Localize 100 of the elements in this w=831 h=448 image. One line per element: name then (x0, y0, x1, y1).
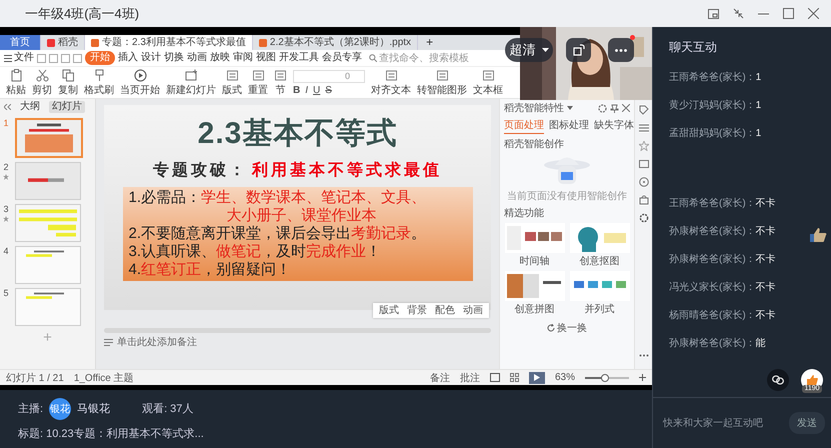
caret-icon (542, 48, 548, 52)
refresh-button[interactable]: 换一换 (547, 321, 587, 335)
file-menu[interactable]: 文件 (4, 51, 34, 65)
slide-text-line: 4.红笔订正，别留疑问！ (128, 261, 292, 279)
chat-message: 孙康树爸爸(家长)：不卡 (669, 224, 776, 238)
zoom-level[interactable]: 63% (554, 372, 575, 383)
chat-message: 王雨希爸爸(家长)：不卡 (669, 196, 776, 210)
slide-tool-button[interactable]: 配色 (435, 304, 455, 317)
notes-placeholder[interactable]: 单击此处添加备注 (117, 335, 197, 349)
close-icon[interactable] (622, 104, 630, 112)
panel-tab[interactable]: 缺失字体 (594, 118, 634, 134)
view-icon[interactable] (490, 373, 500, 382)
more-button[interactable] (608, 38, 634, 62)
chat-message: 王雨希爸爸(家长)：1 (669, 70, 762, 84)
ribbon-button[interactable]: 粘贴 (6, 68, 26, 96)
ribbon-tab[interactable]: 开发工具 (279, 51, 319, 65)
ribbon-button[interactable]: 复制 (58, 68, 78, 96)
chat-message: 冯光义家长(家长)：不卡 (669, 280, 776, 294)
zoom-slider-thumb[interactable] (600, 374, 609, 382)
panel-tab[interactable]: 图标处理 (549, 118, 589, 134)
ribbon-tab[interactable]: 放映 (210, 51, 230, 65)
ribbon-button[interactable]: 节 (274, 68, 287, 96)
feature-thumbnail[interactable] (570, 271, 630, 301)
ribbon-tab[interactable]: 切换 (164, 51, 184, 65)
document-tab[interactable]: 首页 (0, 35, 41, 50)
ribbon-button[interactable]: 重置 (248, 68, 268, 96)
ribbon-button[interactable]: 格式刷 (84, 68, 114, 96)
slide-thumbnail[interactable] (15, 204, 81, 242)
feature-thumbnail[interactable] (504, 271, 564, 301)
slide-number: 1 (3, 118, 8, 128)
grid-icon[interactable] (510, 373, 519, 382)
pip-icon[interactable] (708, 8, 719, 18)
more-icon[interactable] (638, 354, 648, 357)
ribbon-tab[interactable]: 设计 (141, 51, 161, 65)
ribbon-button[interactable]: 对齐文本 (371, 68, 411, 96)
bag-icon[interactable] (638, 195, 648, 205)
slide-number: 4 (3, 246, 8, 256)
tag-icon[interactable] (638, 105, 648, 115)
viewer-count: 观看: 37人 (142, 402, 194, 416)
panel-icon (482, 68, 494, 82)
close-icon[interactable] (808, 8, 819, 19)
thumbs-up-icon (809, 227, 827, 243)
quality-button[interactable]: 超清 (505, 38, 553, 62)
slide-counter: 幻灯片 1 / 21 (6, 372, 64, 384)
add-tab-button[interactable]: + (418, 35, 442, 50)
ribbon-button[interactable]: 版式 (222, 68, 242, 96)
rotate-button[interactable] (566, 38, 591, 62)
sliders-icon[interactable] (638, 123, 648, 133)
ribbon-tab[interactable]: 会员专享 (322, 51, 362, 65)
search-icon (369, 54, 377, 62)
document-tab[interactable]: 2.2基本不等式（第2课时）.pptx (252, 35, 418, 50)
slide-thumbnail[interactable] (15, 162, 81, 200)
maximize-icon[interactable] (783, 8, 794, 19)
collapse-icon[interactable] (4, 104, 11, 110)
ribbon-tab[interactable]: 动画 (187, 51, 207, 65)
send-button[interactable]: 发送 (789, 412, 825, 434)
format-button[interactable]: U (313, 84, 320, 96)
slide-thumbnail[interactable] (15, 246, 81, 284)
ribbon-button[interactable]: 转智能图形 (417, 68, 467, 96)
refresh-icon (547, 324, 555, 332)
format-button[interactable]: I (305, 84, 308, 96)
slide-tool-button[interactable]: 动画 (463, 304, 483, 317)
feature-thumbnail[interactable] (504, 223, 564, 253)
format-button[interactable]: B (293, 84, 300, 96)
shrink-icon[interactable] (733, 8, 744, 19)
ribbon-button[interactable]: 新建幻灯片 (166, 68, 216, 96)
chat-message: 杨雨晴爸爸(家长)：不卡 (669, 308, 776, 322)
notes-button[interactable]: 备注 (430, 370, 450, 384)
link-button[interactable] (767, 369, 789, 391)
window-icon[interactable] (638, 159, 648, 169)
caret-icon (567, 106, 573, 110)
slide-title: 2.3基本不等式 (198, 116, 398, 152)
slideshow-button[interactable] (528, 372, 545, 384)
ribbon-button[interactable]: 剪切 (32, 68, 52, 96)
slide-tool-button[interactable]: 版式 (379, 304, 399, 317)
format-button[interactable]: S (325, 84, 332, 96)
feature-thumbnail[interactable] (570, 223, 630, 253)
ribbon-button[interactable]: 文本框 (473, 68, 503, 96)
panel-title[interactable]: 稻壳智能特性 (504, 101, 564, 115)
settings-icon[interactable] (598, 104, 607, 112)
gear-icon[interactable] (638, 213, 648, 223)
slide-tool-button[interactable]: 背景 (407, 304, 427, 317)
ribbon-tab[interactable]: 插入 (118, 51, 138, 65)
slide-thumbnail[interactable] (15, 118, 83, 158)
ribbon-tab[interactable]: 审阅 (233, 51, 253, 65)
play-icon (534, 374, 540, 381)
pin-icon[interactable] (610, 104, 619, 112)
pane-tab[interactable]: 大纲 (17, 101, 43, 113)
comment-button[interactable]: 批注 (460, 370, 480, 384)
menu-icon (4, 54, 12, 62)
ribbon-button[interactable]: 当页开始 (120, 68, 160, 96)
live-title: 标题: 10.23专题：利用基本不等式求... (18, 426, 204, 440)
slide-thumbnail[interactable] (15, 288, 81, 326)
ribbon-tab[interactable]: 视图 (256, 51, 276, 65)
pane-tab[interactable]: 幻灯片 (49, 101, 85, 113)
star-icon[interactable] (638, 141, 648, 151)
chat-input[interactable]: 快来和大家一起互动吧 (661, 416, 785, 430)
document-tab[interactable]: 专题：2.3利用基本不等式求最值 (85, 35, 253, 50)
zoom-in-icon[interactable] (639, 374, 646, 381)
thumbs-up-icon (806, 375, 818, 385)
